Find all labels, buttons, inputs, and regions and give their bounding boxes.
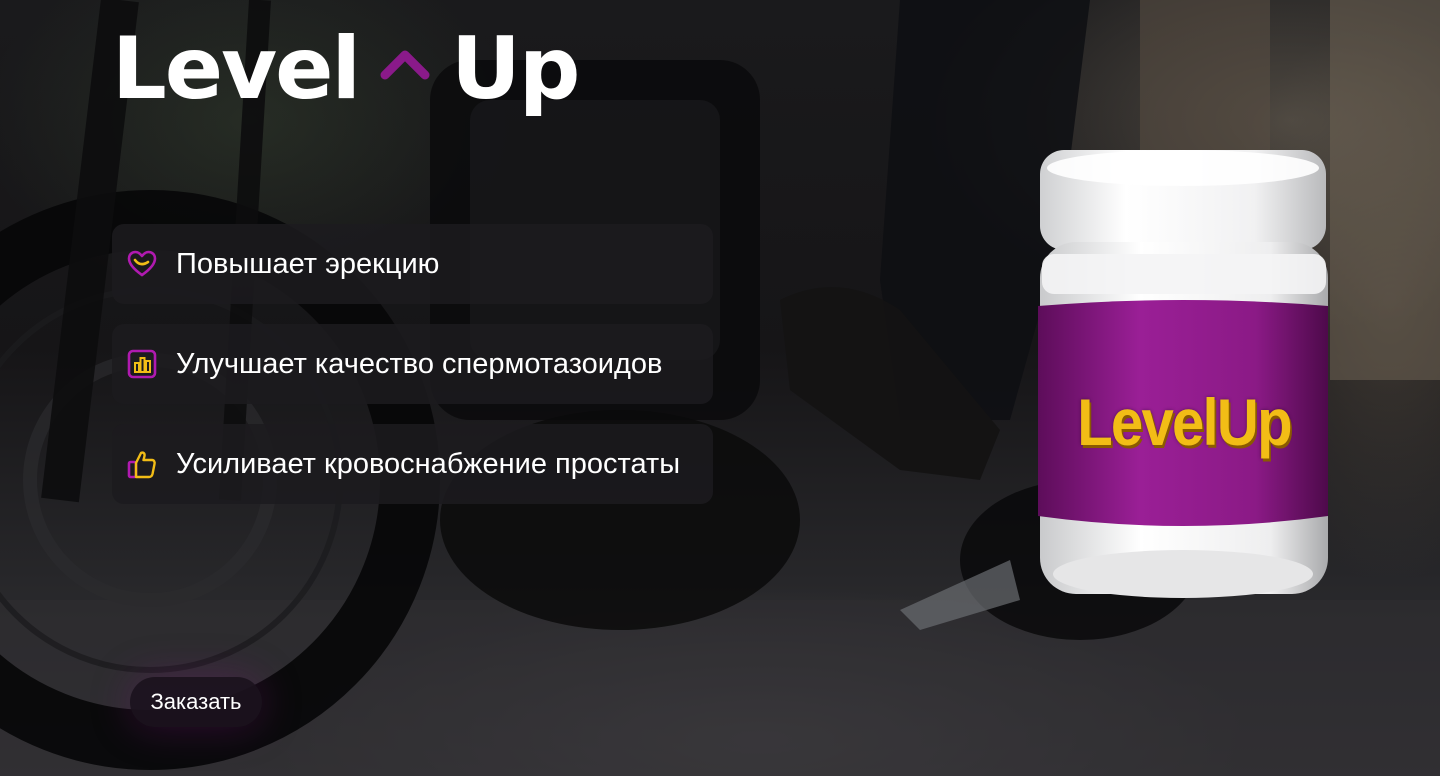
product-jar-image: LevelUp	[1036, 146, 1332, 602]
heart-icon	[126, 248, 158, 280]
chevron-up-icon	[377, 39, 433, 99]
feature-item-prostate: Усиливает кровоснабжение простаты	[112, 424, 713, 504]
feature-item-erection: Повышает эрекцию	[112, 224, 713, 304]
thumbs-up-icon	[126, 448, 158, 480]
feature-item-sperm-quality: Улучшает качество спермотазоидов	[112, 324, 713, 404]
bar-chart-icon	[126, 348, 158, 380]
brand-logo: Level Up	[112, 14, 580, 124]
jar-logo-text: LevelUp	[1077, 385, 1292, 459]
feature-label: Улучшает качество спермотазоидов	[176, 347, 663, 380]
feature-label: Усиливает кровоснабжение простаты	[176, 447, 681, 480]
feature-list: Повышает эрекцию Улучшает качество сперм…	[112, 224, 713, 524]
brand-word-left: Level	[112, 19, 361, 119]
order-button[interactable]: Заказать	[130, 677, 262, 727]
feature-label: Повышает эрекцию	[176, 247, 440, 280]
brand-word-right: Up	[451, 19, 580, 119]
